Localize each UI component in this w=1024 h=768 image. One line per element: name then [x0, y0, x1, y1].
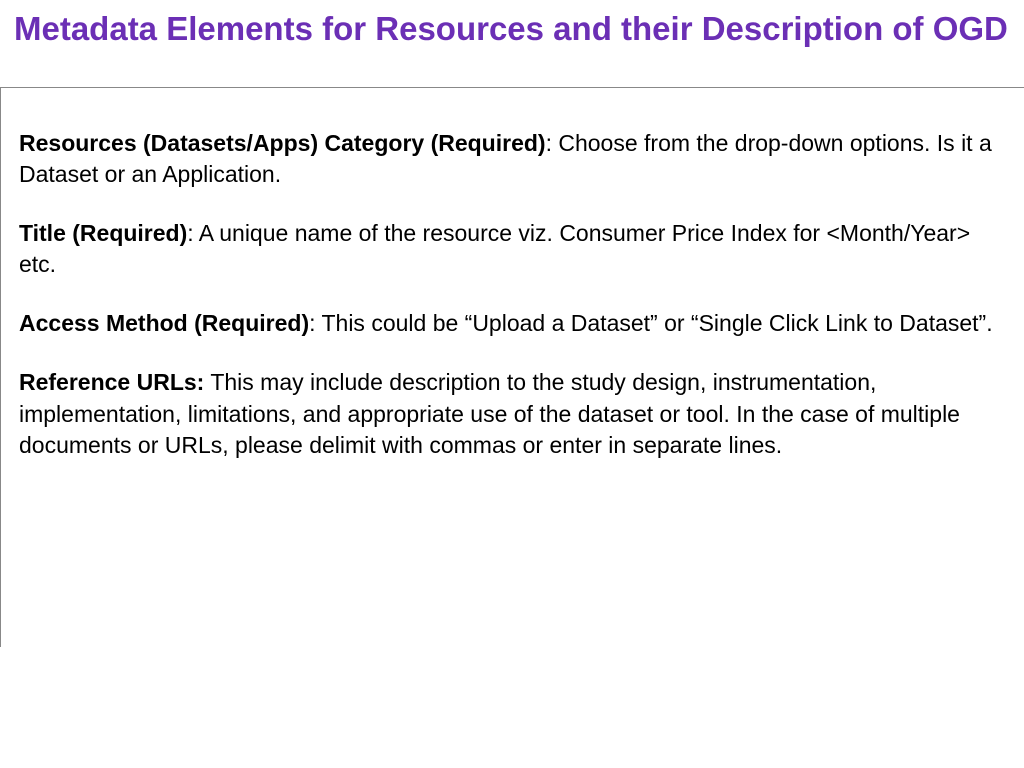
metadata-item: Reference URLs: This may include descrip…: [19, 367, 1006, 460]
content-box: Resources (Datasets/Apps) Category (Requ…: [0, 87, 1024, 647]
metadata-item: Access Method (Required): This could be …: [19, 308, 1006, 339]
item-label: Reference URLs:: [19, 369, 204, 395]
item-label: Access Method (Required): [19, 310, 309, 336]
item-label: Title (Required): [19, 220, 187, 246]
metadata-item: Title (Required): A unique name of the r…: [19, 218, 1006, 280]
metadata-item: Resources (Datasets/Apps) Category (Requ…: [19, 128, 1006, 190]
page-title: Metadata Elements for Resources and thei…: [0, 0, 1024, 69]
item-desc: : This could be “Upload a Dataset” or “S…: [309, 310, 993, 336]
item-label: Resources (Datasets/Apps) Category (Requ…: [19, 130, 546, 156]
